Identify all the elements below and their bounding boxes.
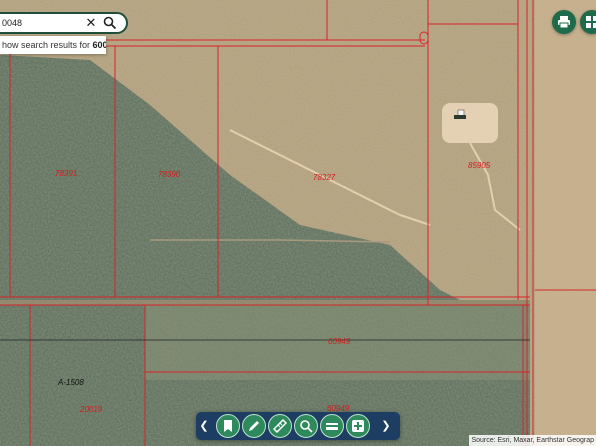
map-toolbar: ❮ ❯ bbox=[196, 412, 400, 440]
east-strip bbox=[535, 0, 596, 446]
chevron-left-icon[interactable]: ❮ bbox=[196, 412, 212, 440]
search-box: ✕ bbox=[0, 12, 128, 34]
map-attribution: Source: Esri, Maxar, Earthstar Geograp bbox=[469, 435, 596, 446]
print-button[interactable] bbox=[552, 10, 576, 34]
draw-button[interactable] bbox=[242, 414, 266, 438]
bookmark-icon bbox=[224, 420, 232, 432]
add-data-icon bbox=[352, 420, 364, 432]
survey-label: A-1508 bbox=[57, 378, 84, 387]
measure-button[interactable] bbox=[268, 414, 292, 438]
parcel-label[interactable]: 78391 bbox=[55, 169, 77, 178]
dirt-road bbox=[0, 300, 530, 305]
well-pad bbox=[442, 103, 498, 143]
measure-icon bbox=[273, 419, 287, 433]
parcel-label[interactable]: 85905 bbox=[468, 161, 491, 170]
suggestion-text: how search results for bbox=[2, 40, 93, 50]
parcel-label[interactable]: 78390 bbox=[158, 170, 181, 179]
search-icon[interactable] bbox=[102, 15, 118, 31]
satellite-map[interactable]: 78391 78390 78327 85905 60949 60949 A-15… bbox=[0, 0, 596, 446]
parcel-label[interactable]: 78327 bbox=[313, 173, 336, 182]
bookmark-button[interactable] bbox=[216, 414, 240, 438]
basemap-button[interactable] bbox=[320, 414, 344, 438]
search-input[interactable] bbox=[2, 14, 82, 32]
draw-icon bbox=[249, 421, 259, 431]
parcel-label[interactable]: 60949 bbox=[328, 337, 351, 346]
close-icon[interactable]: ✕ bbox=[84, 16, 98, 30]
identify-icon bbox=[300, 420, 313, 433]
parcel-label-partial: 20019 bbox=[79, 405, 103, 414]
printer-icon bbox=[558, 16, 570, 29]
basemap-icon bbox=[326, 423, 338, 430]
grid-icon bbox=[586, 16, 596, 28]
identify-button[interactable] bbox=[294, 414, 318, 438]
add-data-button[interactable] bbox=[346, 414, 370, 438]
chevron-right-icon[interactable]: ❯ bbox=[378, 412, 394, 440]
suggestion-bold: 600... bbox=[92, 40, 106, 50]
search-suggestion[interactable]: how search results for 600... bbox=[0, 36, 106, 54]
structure-shadow bbox=[454, 115, 466, 119]
